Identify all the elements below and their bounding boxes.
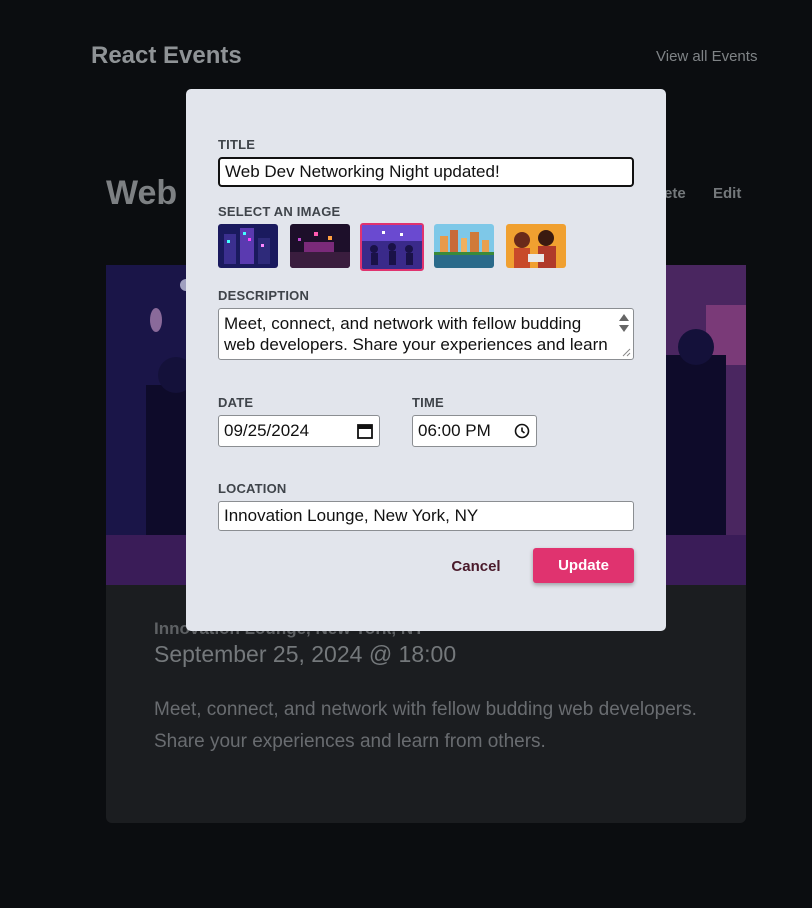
title-value: Web Dev Networking Night updated! bbox=[225, 162, 500, 181]
image-option-waterfront-skyline[interactable] bbox=[434, 224, 494, 268]
description-value: Meet, connect, and network with fellow b… bbox=[224, 314, 608, 354]
title-input[interactable]: Web Dev Networking Night updated! bbox=[218, 157, 634, 187]
date-label: DATE bbox=[218, 395, 254, 410]
time-value: 06:00 PM bbox=[418, 421, 491, 440]
edit-event-modal: TITLE Web Dev Networking Night updated! … bbox=[186, 89, 666, 631]
scroll-down-icon[interactable] bbox=[619, 325, 629, 332]
time-label: TIME bbox=[412, 395, 444, 410]
image-label: SELECT AN IMAGE bbox=[218, 204, 341, 219]
calendar-icon[interactable] bbox=[356, 422, 374, 440]
image-option-networking-night[interactable] bbox=[360, 223, 424, 271]
location-value: Innovation Lounge, New York, NY bbox=[224, 506, 479, 525]
event-datetime: September 25, 2024 @ 18:00 bbox=[154, 641, 457, 667]
delete-button[interactable]: ete bbox=[664, 185, 686, 202]
clock-icon[interactable] bbox=[513, 422, 531, 440]
image-option-coworkers-laptop[interactable] bbox=[506, 224, 566, 268]
update-button[interactable]: Update bbox=[533, 548, 634, 583]
event-description: Meet, connect, and network with fellow b… bbox=[154, 699, 697, 752]
resize-handle-icon[interactable] bbox=[621, 347, 631, 357]
scroll-up-icon[interactable] bbox=[619, 314, 629, 321]
image-option-club-stage[interactable] bbox=[290, 224, 350, 268]
description-textarea[interactable]: Meet, connect, and network with fellow b… bbox=[218, 308, 634, 360]
event-title: Web I bbox=[106, 174, 197, 212]
date-value: 09/25/2024 bbox=[224, 421, 310, 440]
edit-button[interactable]: Edit bbox=[713, 185, 741, 202]
location-label: LOCATION bbox=[218, 481, 287, 496]
app-title: React Events bbox=[91, 42, 242, 69]
location-input[interactable]: Innovation Lounge, New York, NY bbox=[218, 501, 634, 531]
date-input[interactable]: 09/25/2024 bbox=[218, 415, 380, 447]
time-input[interactable]: 06:00 PM bbox=[412, 415, 537, 447]
view-all-events-link[interactable]: View all Events bbox=[656, 48, 757, 65]
textarea-scrollbar[interactable] bbox=[618, 312, 630, 332]
cancel-button[interactable]: Cancel bbox=[436, 549, 516, 583]
image-option-isometric-city[interactable] bbox=[218, 224, 278, 268]
description-label: DESCRIPTION bbox=[218, 288, 310, 303]
title-label: TITLE bbox=[218, 137, 256, 152]
